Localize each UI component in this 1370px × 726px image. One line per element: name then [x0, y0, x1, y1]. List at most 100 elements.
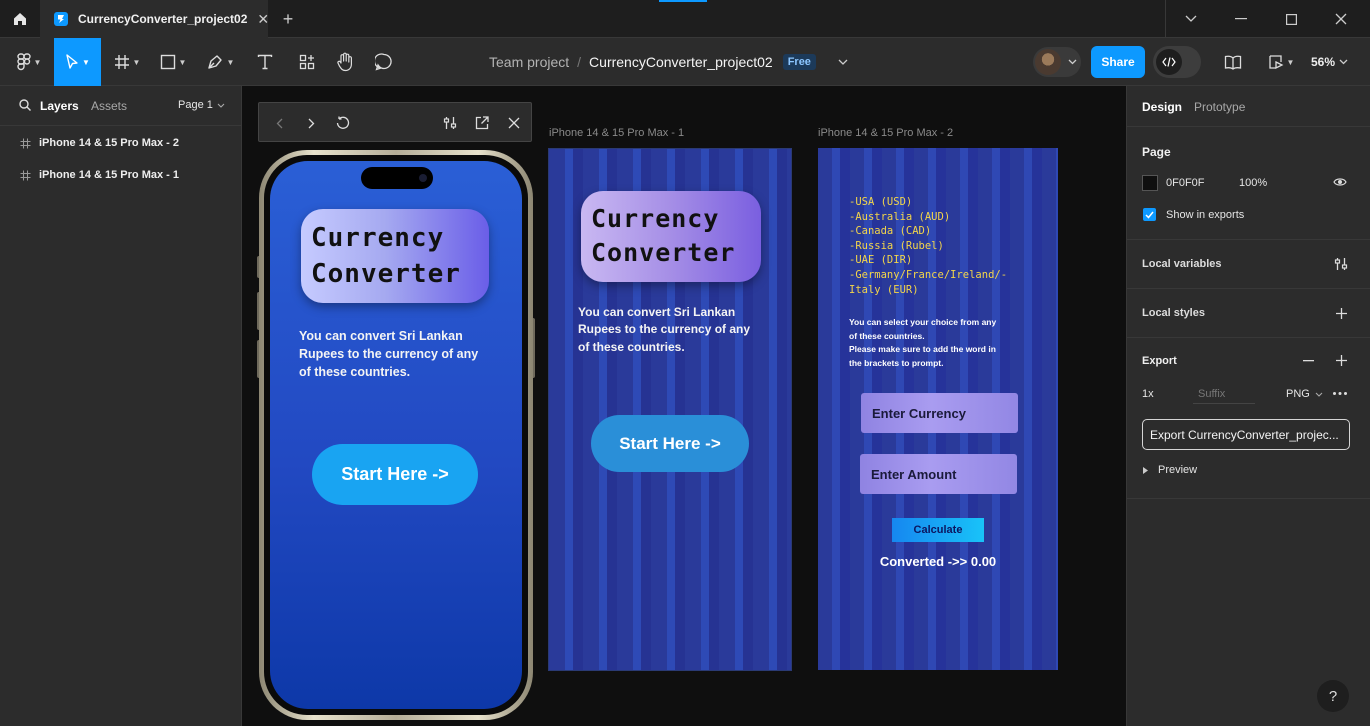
- file-name[interactable]: CurrencyConverter_project02: [589, 54, 773, 70]
- frame-label[interactable]: iPhone 14 & 15 Pro Max - 2: [818, 127, 953, 139]
- hand-tool-button[interactable]: [330, 38, 360, 86]
- phone-bezel: Currency Converter You can convert Sri L…: [264, 155, 528, 715]
- title-card: Currency Converter: [581, 191, 761, 282]
- export-button[interactable]: Export CurrencyConverter_projec...: [1142, 419, 1350, 450]
- settings-sliders-icon[interactable]: [434, 103, 466, 143]
- description-text: You can convert Sri Lankan Rupees to the…: [578, 305, 751, 354]
- more-options-icon[interactable]: [1333, 392, 1347, 395]
- amount-input[interactable]: Enter Amount: [860, 454, 1017, 494]
- country-list: -USA (USD) -Australia (AUD) -Canada (CAD…: [849, 195, 1007, 297]
- restart-icon[interactable]: [327, 103, 359, 143]
- export-format-select[interactable]: PNG: [1286, 388, 1323, 400]
- close-tab-icon[interactable]: ✕: [257, 11, 269, 28]
- export-suffix-input[interactable]: Suffix: [1193, 384, 1255, 404]
- add-icon[interactable]: [1336, 355, 1347, 366]
- page-color-swatch[interactable]: [1142, 175, 1158, 191]
- main-menu-button[interactable]: ▼: [8, 38, 50, 86]
- move-tool-button[interactable]: ▼: [54, 38, 101, 86]
- phone-mockup: Currency Converter You can convert Sri L…: [259, 150, 533, 720]
- text-tool-button[interactable]: [250, 38, 280, 86]
- pen-tool-button[interactable]: ▼: [198, 38, 242, 86]
- comment-icon: [375, 53, 392, 71]
- figma-file-icon: [54, 12, 68, 26]
- chevron-left-icon[interactable]: [263, 103, 295, 143]
- instruction-line: Please make sure to add the word in: [849, 344, 996, 354]
- close-icon[interactable]: [498, 103, 530, 143]
- title-line-1: Currency: [591, 204, 720, 233]
- team-name-link[interactable]: Team project: [489, 54, 569, 70]
- chevron-down-icon: [217, 103, 225, 108]
- chevron-right-icon[interactable]: [295, 103, 327, 143]
- properties-panel: Design Prototype Page 0F0F0F 100% Show i…: [1126, 86, 1370, 726]
- page-color-hex[interactable]: 0F0F0F: [1166, 177, 1205, 189]
- present-button[interactable]: ▼: [1264, 38, 1298, 86]
- layer-row[interactable]: iPhone 14 & 15 Pro Max - 1: [0, 159, 242, 191]
- export-scale-select[interactable]: 1x: [1142, 388, 1154, 400]
- dynamic-island: [361, 167, 433, 189]
- frame-tool-button[interactable]: ▼: [106, 38, 148, 86]
- country-item: -USA (USD): [849, 196, 913, 208]
- close-window-icon[interactable]: [1316, 0, 1366, 38]
- title-line-1: Currency: [311, 223, 445, 253]
- user-menu[interactable]: [1033, 47, 1081, 77]
- frame-iphone-1[interactable]: Currency Converter You can convert Sri L…: [548, 148, 792, 671]
- dev-mode-toggle[interactable]: [1153, 46, 1201, 78]
- export-format-value: PNG: [1286, 388, 1310, 400]
- variables-icon[interactable]: [1334, 257, 1348, 271]
- home-icon[interactable]: [0, 0, 40, 38]
- frame-iphone-2[interactable]: -USA (USD) -Australia (AUD) -Canada (CAD…: [818, 148, 1058, 670]
- show-in-exports-label: Show in exports: [1166, 209, 1245, 221]
- chevron-down-icon[interactable]: [1166, 0, 1216, 38]
- currency-input[interactable]: Enter Currency: [861, 393, 1018, 433]
- start-here-button[interactable]: Start Here ->: [591, 415, 749, 472]
- phone-screen[interactable]: Currency Converter You can convert Sri L…: [270, 161, 522, 709]
- page-opacity[interactable]: 100%: [1239, 177, 1267, 189]
- preview-toggle[interactable]: Preview: [1158, 464, 1197, 476]
- frame-icon: [114, 55, 129, 69]
- components-icon: [299, 54, 315, 70]
- tab-assets[interactable]: Assets: [91, 99, 127, 113]
- chevron-down-icon: [1068, 59, 1077, 65]
- caret-right-icon[interactable]: [1143, 467, 1148, 474]
- file-tab[interactable]: CurrencyConverter_project02 ✕: [40, 0, 269, 38]
- remove-icon[interactable]: [1303, 360, 1314, 362]
- country-item: -Russia (Rubel): [849, 239, 944, 252]
- window-drag-marker: [659, 0, 707, 2]
- tab-design[interactable]: Design: [1142, 100, 1182, 114]
- figma-logo-icon: [16, 53, 31, 71]
- frame-icon: [20, 138, 31, 148]
- start-here-button[interactable]: Start Here ->: [312, 444, 478, 505]
- shape-tool-button[interactable]: ▼: [152, 38, 194, 86]
- search-icon[interactable]: [19, 99, 31, 111]
- comment-tool-button[interactable]: [369, 38, 399, 86]
- right-panel-tabs: Design Prototype: [1127, 86, 1370, 127]
- open-external-icon[interactable]: [466, 103, 498, 143]
- library-button[interactable]: [1218, 38, 1248, 86]
- new-tab-button[interactable]: +: [276, 8, 300, 30]
- show-in-exports-checkbox[interactable]: [1143, 208, 1156, 221]
- calculate-button[interactable]: Calculate: [892, 518, 984, 542]
- minimize-icon[interactable]: [1216, 0, 1266, 38]
- export-heading: Export: [1142, 355, 1177, 367]
- breadcrumb-separator: /: [577, 54, 582, 70]
- maximize-icon[interactable]: [1266, 0, 1316, 38]
- export-section: Export 1x Suffix PNG Export CurrencyConv…: [1127, 338, 1370, 499]
- help-button[interactable]: ?: [1317, 680, 1349, 712]
- share-button[interactable]: Share: [1091, 46, 1145, 78]
- resources-tool-button[interactable]: [292, 38, 322, 86]
- title-line-2: Converter: [591, 238, 736, 267]
- canvas[interactable]: Currency Converter You can convert Sri L…: [242, 86, 1126, 726]
- instruction-line: You can select your choice from any: [849, 317, 997, 327]
- layer-row[interactable]: iPhone 14 & 15 Pro Max - 2: [0, 127, 242, 159]
- tab-layers[interactable]: Layers: [40, 99, 79, 113]
- eye-icon[interactable]: [1333, 176, 1347, 188]
- frame-label[interactable]: iPhone 14 & 15 Pro Max - 1: [549, 127, 684, 139]
- add-icon[interactable]: [1336, 308, 1347, 319]
- page-selector[interactable]: Page 1: [178, 99, 225, 111]
- tab-prototype[interactable]: Prototype: [1194, 100, 1245, 114]
- chevron-down-icon[interactable]: [838, 59, 848, 65]
- page-section: Page 0F0F0F 100% Show in exports: [1127, 127, 1370, 240]
- layer-label: iPhone 14 & 15 Pro Max - 1: [39, 169, 179, 181]
- zoom-menu[interactable]: 56%: [1311, 38, 1348, 86]
- country-item: -Australia (AUD): [849, 210, 951, 223]
